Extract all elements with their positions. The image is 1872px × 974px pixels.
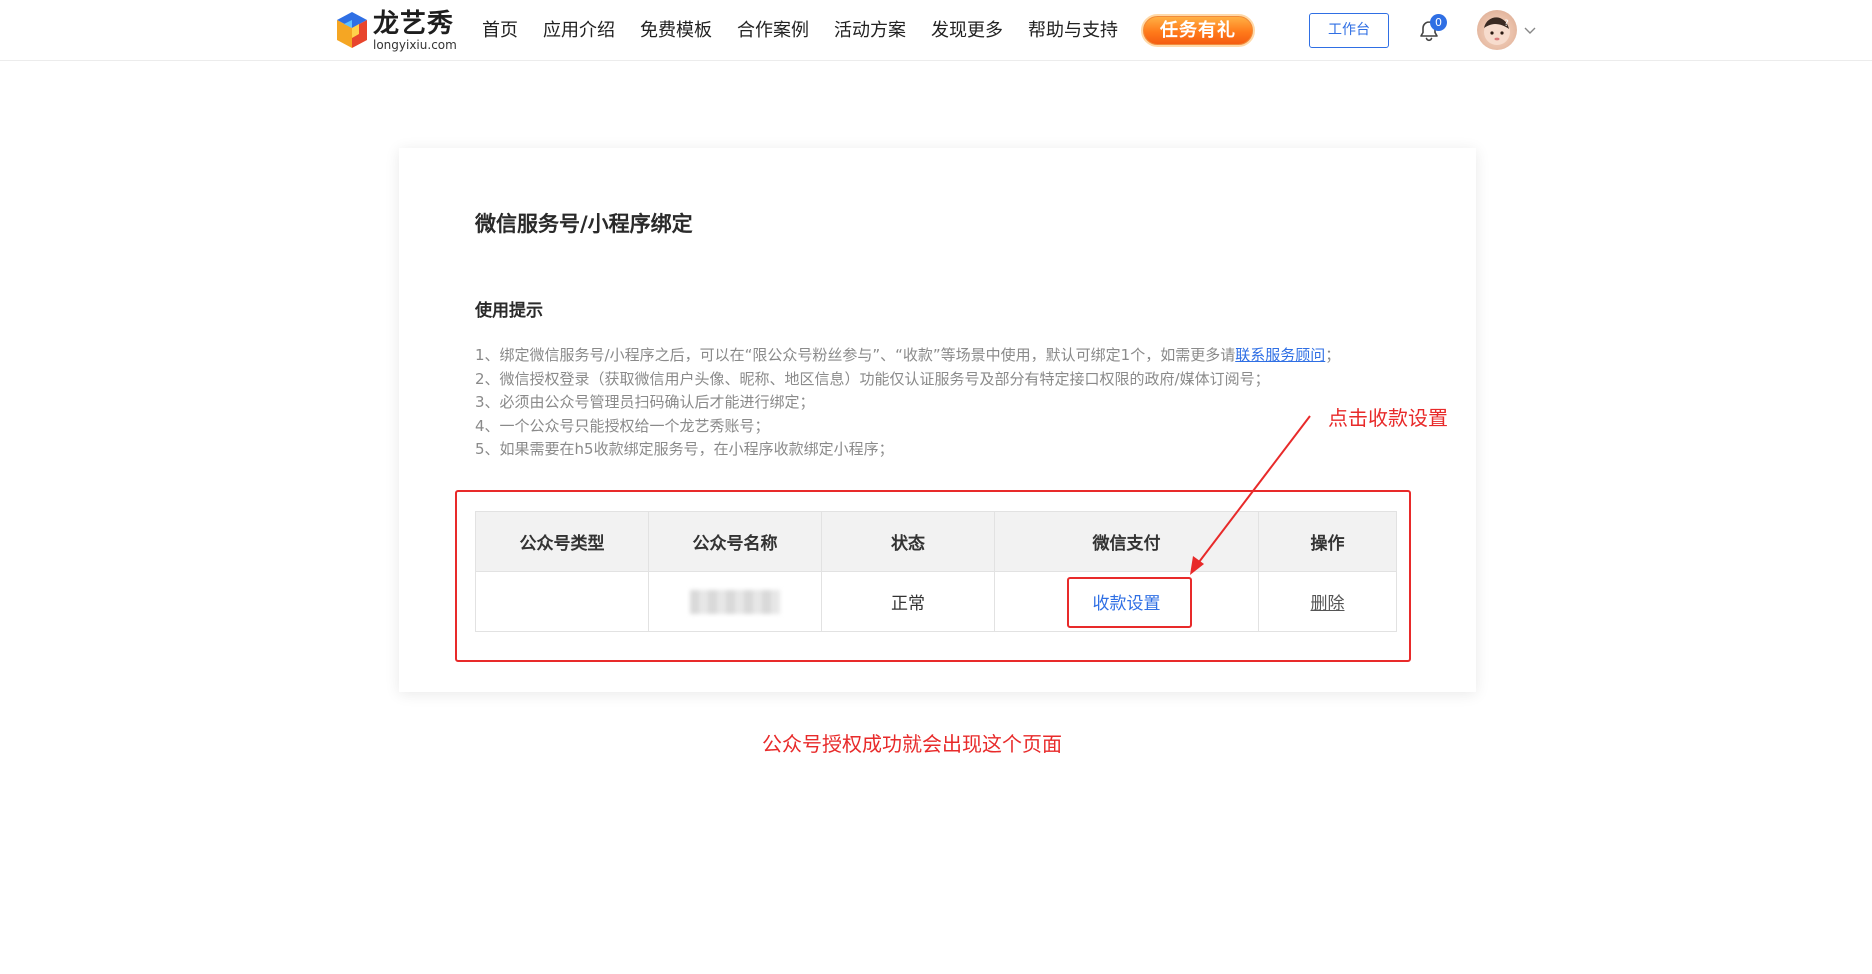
workbench-button[interactable]: 工作台	[1309, 13, 1389, 48]
tip-item-1: 1、绑定微信服务号/小程序之后，可以在“限公众号粉丝参与”、“收款”等场景中使用…	[475, 344, 1340, 368]
main-nav: 首页 应用介绍 免费模板 合作案例 活动方案 发现更多 帮助与支持	[482, 0, 1143, 61]
tips-list: 1、绑定微信服务号/小程序之后，可以在“限公众号粉丝参与”、“收款”等场景中使用…	[475, 344, 1340, 462]
nav-item-cases[interactable]: 合作案例	[737, 0, 809, 61]
tip-suffix: ；	[1325, 346, 1341, 364]
cube-logo-icon	[337, 12, 367, 48]
nav-item-free-templates[interactable]: 免费模板	[640, 0, 712, 61]
avatar-face-icon: ?	[1484, 17, 1510, 45]
page-title: 微信服务号/小程序绑定	[475, 212, 693, 236]
tip-item-2: 2、微信授权登录（获取微信用户头像、昵称、地区信息）功能仅认证服务号及部分有特定…	[475, 369, 1270, 388]
brand-logo[interactable]: 龙艺秀 longyixiu.com	[335, 8, 457, 54]
annotation-table-highlight	[455, 490, 1411, 662]
nav-item-activity-plans[interactable]: 活动方案	[834, 0, 906, 61]
nav-item-app-intro[interactable]: 应用介绍	[543, 0, 615, 61]
tip-item-3: 3、必须由公众号管理员扫码确认后才能进行绑定；	[475, 393, 815, 411]
brand-domain: longyixiu.com	[373, 38, 457, 52]
brand-name: 龙艺秀	[373, 9, 455, 39]
nav-item-home[interactable]: 首页	[482, 0, 518, 61]
contact-advisor-link[interactable]: 联系服务顾问	[1235, 346, 1325, 364]
tip-item-5: 5、如果需要在h5收款绑定服务号，在小程序收款绑定小程序；	[475, 440, 894, 458]
annotation-payment-highlight	[1067, 577, 1192, 628]
nav-item-help[interactable]: 帮助与支持	[1028, 0, 1118, 61]
notification-count-badge: 0	[1430, 14, 1447, 31]
task-reward-button[interactable]: 任务有礼	[1141, 14, 1255, 47]
annotation-success-hint: 公众号授权成功就会出现这个页面	[762, 732, 1062, 756]
user-avatar[interactable]: ?	[1477, 10, 1517, 50]
top-header: 龙艺秀 longyixiu.com 首页 应用介绍 免费模板 合作案例 活动方案…	[0, 0, 1872, 61]
chevron-down-icon[interactable]	[1523, 24, 1537, 36]
tips-heading: 使用提示	[475, 301, 543, 321]
annotation-click-hint: 点击收款设置	[1328, 406, 1448, 430]
nav-item-discover[interactable]: 发现更多	[931, 0, 1003, 61]
tip-text: 1、绑定微信服务号/小程序之后，可以在“限公众号粉丝参与”、“收款”等场景中使用…	[475, 346, 1236, 364]
tip-item-4: 4、一个公众号只能授权给一个龙艺秀账号；	[475, 416, 770, 435]
svg-text:?: ?	[1504, 19, 1509, 29]
